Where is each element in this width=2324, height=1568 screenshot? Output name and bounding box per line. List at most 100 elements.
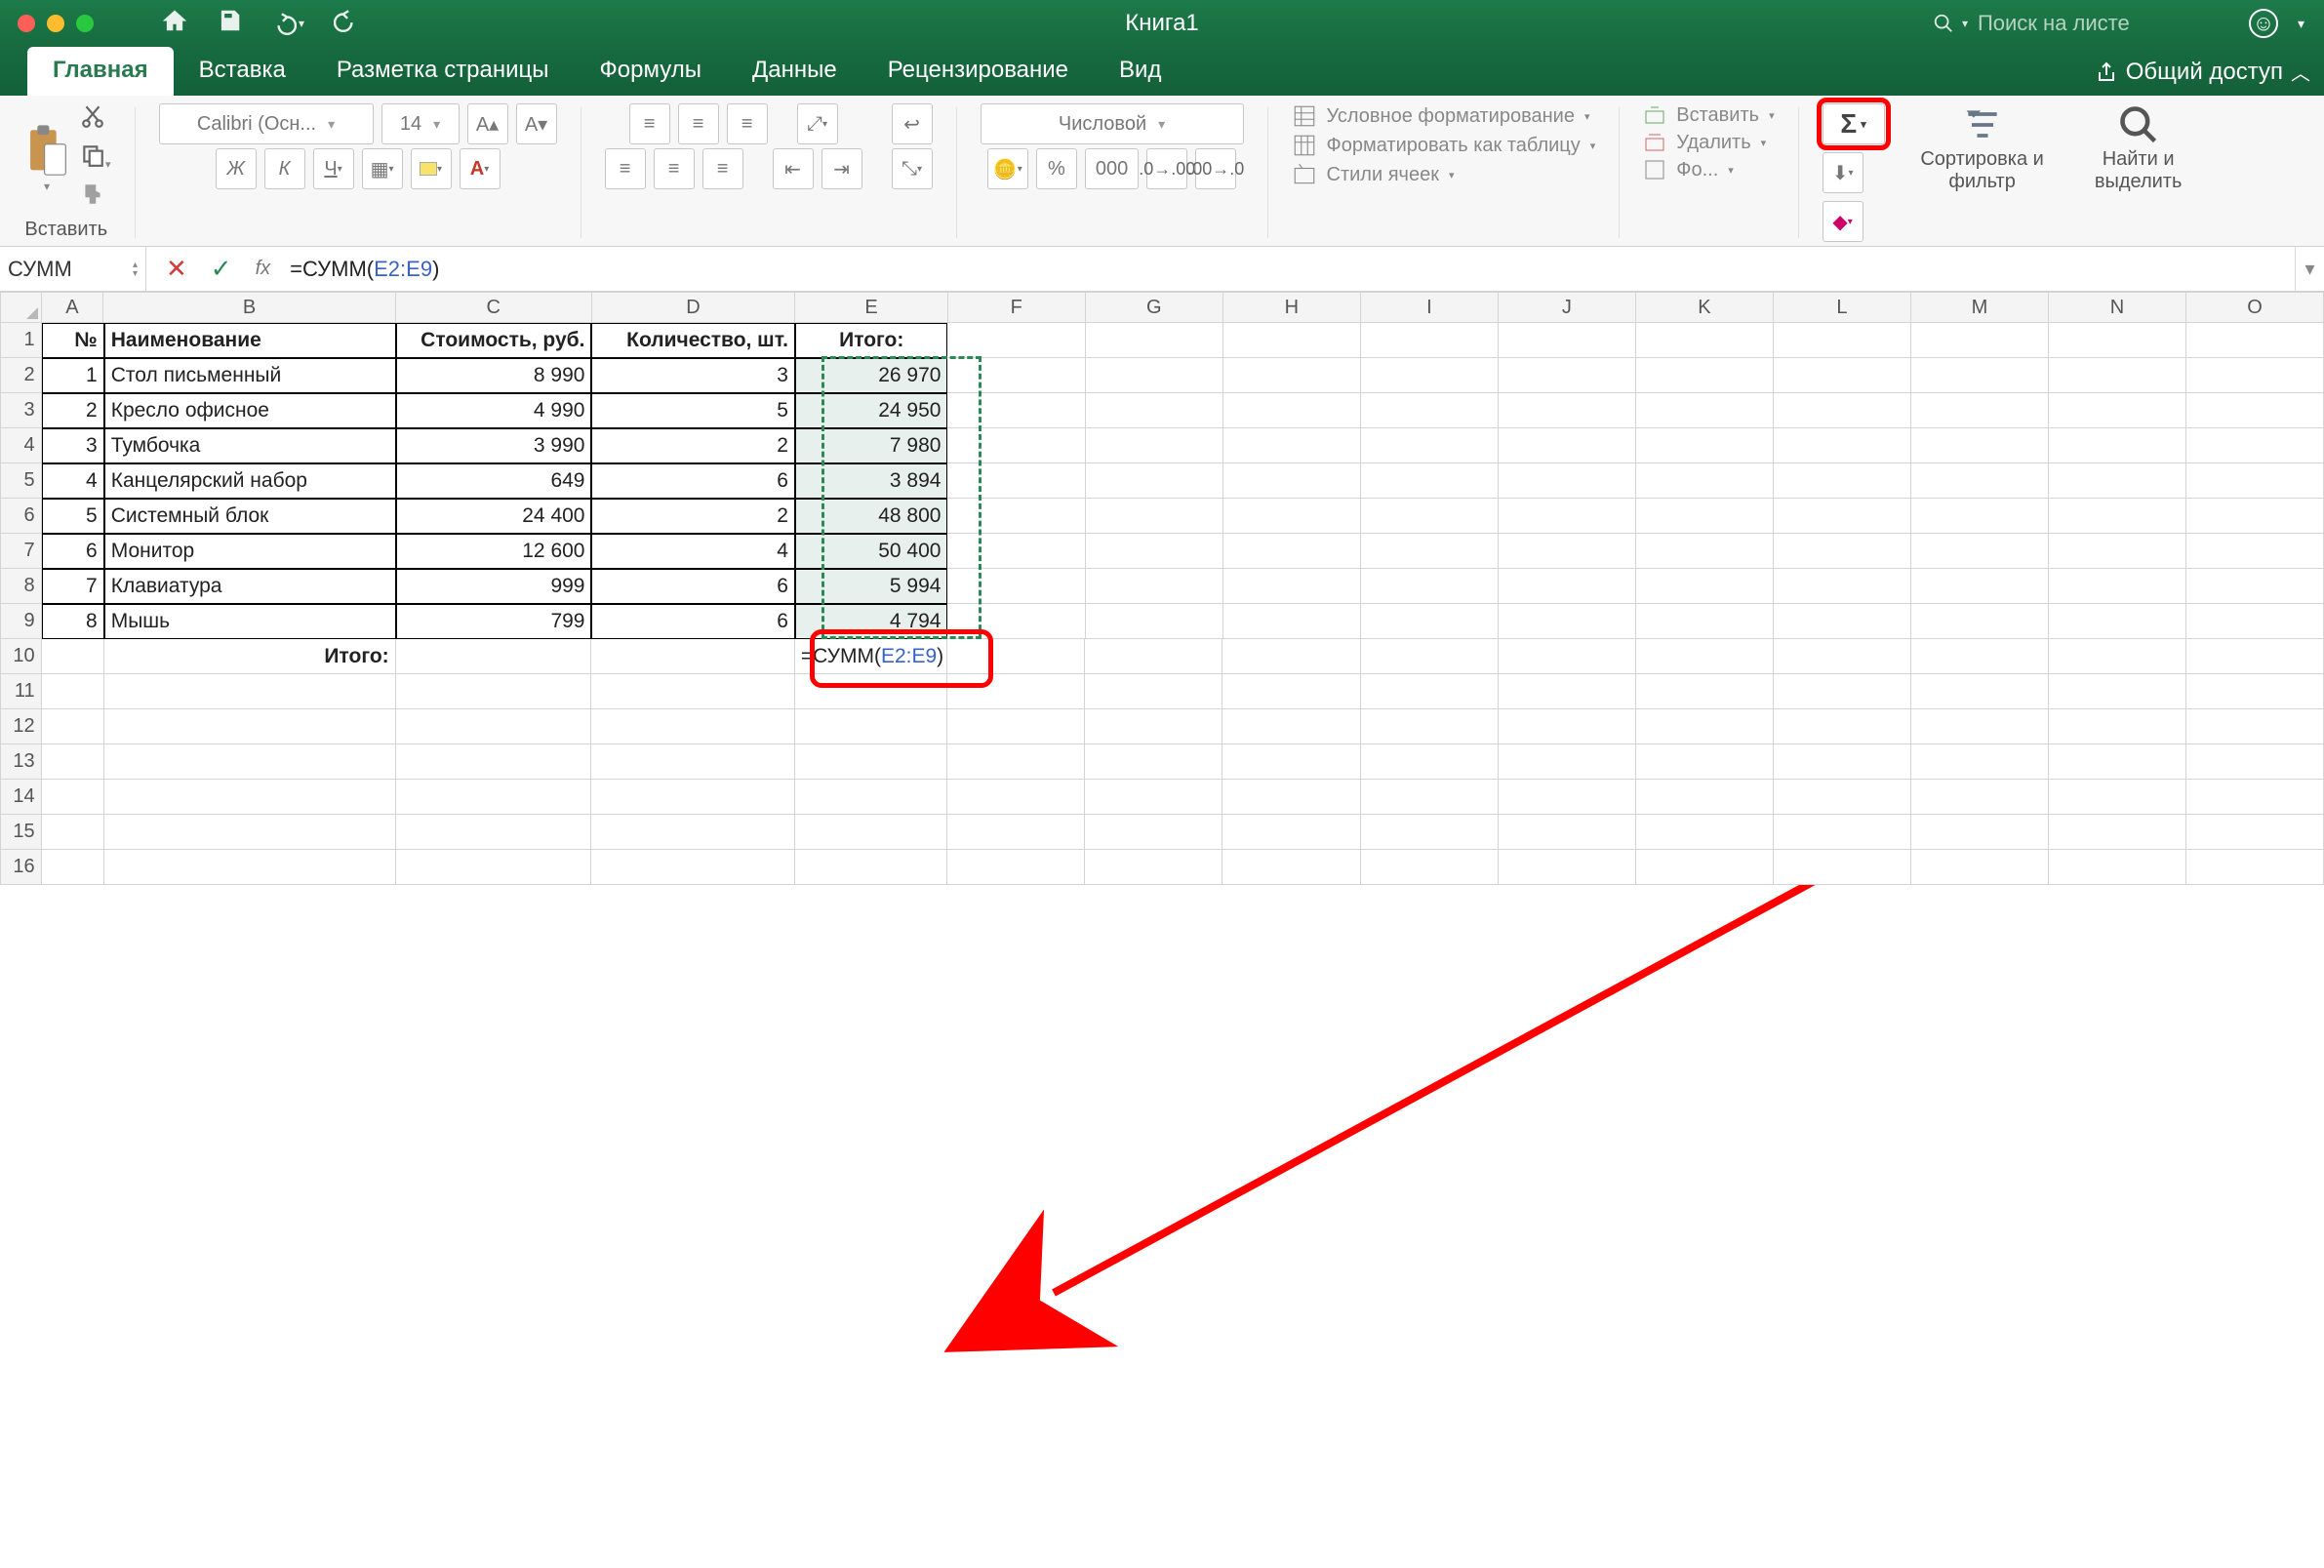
cell[interactable]: 7: [42, 569, 104, 604]
cell[interactable]: [1086, 499, 1223, 534]
cell[interactable]: [795, 815, 947, 850]
cell[interactable]: 999: [396, 569, 592, 604]
cell[interactable]: [1223, 604, 1361, 639]
cell[interactable]: [104, 780, 396, 815]
enter-formula-button[interactable]: ✓: [211, 254, 232, 284]
font-size-combo[interactable]: 14▾: [381, 103, 460, 144]
cell[interactable]: [947, 323, 1085, 358]
cell[interactable]: [1223, 428, 1361, 463]
cell[interactable]: [947, 780, 1085, 815]
cell[interactable]: [42, 780, 104, 815]
cell[interactable]: [1223, 463, 1361, 499]
cell[interactable]: [396, 815, 592, 850]
underline-button[interactable]: Ч▾: [313, 148, 354, 189]
column-header-G[interactable]: G: [1086, 292, 1223, 323]
font-color-button[interactable]: A▾: [460, 148, 501, 189]
cell[interactable]: [1499, 393, 1636, 428]
cell[interactable]: [2049, 358, 2186, 393]
cell[interactable]: [2049, 534, 2186, 569]
find-icon[interactable]: [2116, 103, 2161, 146]
cell[interactable]: [396, 709, 592, 744]
cell[interactable]: [1636, 744, 1774, 780]
feedback-icon[interactable]: ☺: [2249, 9, 2278, 38]
cell[interactable]: [1636, 534, 1774, 569]
cell[interactable]: [1086, 534, 1223, 569]
cell[interactable]: [1223, 534, 1361, 569]
cell[interactable]: [2049, 744, 2186, 780]
decrease-indent-icon[interactable]: ⇤: [773, 148, 814, 189]
cell[interactable]: [1223, 358, 1361, 393]
cell[interactable]: [1361, 323, 1499, 358]
cell[interactable]: [42, 850, 104, 885]
column-header-L[interactable]: L: [1774, 292, 1911, 323]
column-header-M[interactable]: M: [1911, 292, 2049, 323]
cell[interactable]: [1499, 850, 1636, 885]
active-cell[interactable]: =СУММ(E2:E9): [795, 639, 947, 674]
cell[interactable]: [1222, 850, 1360, 885]
cell[interactable]: [1499, 744, 1636, 780]
cell[interactable]: [1361, 428, 1499, 463]
conditional-formatting-button[interactable]: Условное форматирование▾: [1292, 103, 1590, 129]
row-header-2[interactable]: 2: [0, 358, 42, 393]
fill-button[interactable]: ⬇▾: [1823, 152, 1863, 193]
cell[interactable]: [1499, 709, 1636, 744]
cell[interactable]: [1499, 323, 1636, 358]
borders-button[interactable]: ▦▾: [362, 148, 403, 189]
cell[interactable]: 2: [42, 393, 104, 428]
row-header-7[interactable]: 7: [0, 534, 42, 569]
cell[interactable]: 6: [591, 604, 794, 639]
sort-filter-icon[interactable]: [1960, 103, 2005, 146]
row-header-9[interactable]: 9: [0, 604, 42, 639]
column-header-K[interactable]: K: [1636, 292, 1774, 323]
cell[interactable]: 4: [42, 463, 104, 499]
tab-рецензирование[interactable]: Рецензирование: [862, 47, 1094, 96]
cell[interactable]: Тумбочка: [104, 428, 396, 463]
cell[interactable]: [947, 569, 1085, 604]
cell[interactable]: [1361, 604, 1499, 639]
tab-данные[interactable]: Данные: [727, 47, 862, 96]
cell[interactable]: [2186, 534, 2324, 569]
cell[interactable]: 50 400: [795, 534, 948, 569]
cell[interactable]: [1636, 499, 1774, 534]
fx-icon[interactable]: fх: [256, 258, 271, 280]
cell[interactable]: [1499, 674, 1636, 709]
cell[interactable]: Стол письменный: [104, 358, 396, 393]
cell[interactable]: [396, 780, 592, 815]
cell[interactable]: [1361, 358, 1499, 393]
cell[interactable]: [1086, 428, 1223, 463]
cell[interactable]: [1774, 323, 1911, 358]
cell[interactable]: [2186, 463, 2324, 499]
cell[interactable]: [1774, 674, 1911, 709]
cell[interactable]: [1223, 323, 1361, 358]
select-all-corner[interactable]: [0, 292, 42, 323]
cell[interactable]: 649: [396, 463, 592, 499]
cell[interactable]: [1086, 358, 1223, 393]
tab-главная[interactable]: Главная: [27, 47, 174, 96]
cell[interactable]: [1222, 744, 1360, 780]
row-header-12[interactable]: 12: [0, 709, 42, 744]
cell[interactable]: [1774, 604, 1911, 639]
cell[interactable]: [1222, 674, 1360, 709]
column-header-D[interactable]: D: [592, 292, 796, 323]
cell[interactable]: [2049, 780, 2186, 815]
cell[interactable]: [1636, 815, 1774, 850]
decrease-font-icon[interactable]: A▾: [516, 103, 557, 144]
cell[interactable]: [1361, 463, 1499, 499]
cell[interactable]: [1636, 639, 1774, 674]
cell[interactable]: [104, 815, 396, 850]
search-input[interactable]: [1976, 10, 2229, 37]
cell[interactable]: [1223, 499, 1361, 534]
row-header-16[interactable]: 16: [0, 850, 42, 885]
cell[interactable]: [947, 393, 1085, 428]
wrap-text-icon[interactable]: ↩: [892, 103, 933, 144]
cell[interactable]: [947, 428, 1085, 463]
cell[interactable]: [1774, 850, 1911, 885]
cell[interactable]: [1499, 815, 1636, 850]
cell[interactable]: [1085, 674, 1222, 709]
cell[interactable]: 8 990: [396, 358, 592, 393]
cell[interactable]: [1911, 534, 2049, 569]
cell[interactable]: Наименование: [104, 323, 396, 358]
cell[interactable]: [591, 850, 794, 885]
cell[interactable]: [1085, 815, 1222, 850]
cell[interactable]: [2049, 815, 2186, 850]
